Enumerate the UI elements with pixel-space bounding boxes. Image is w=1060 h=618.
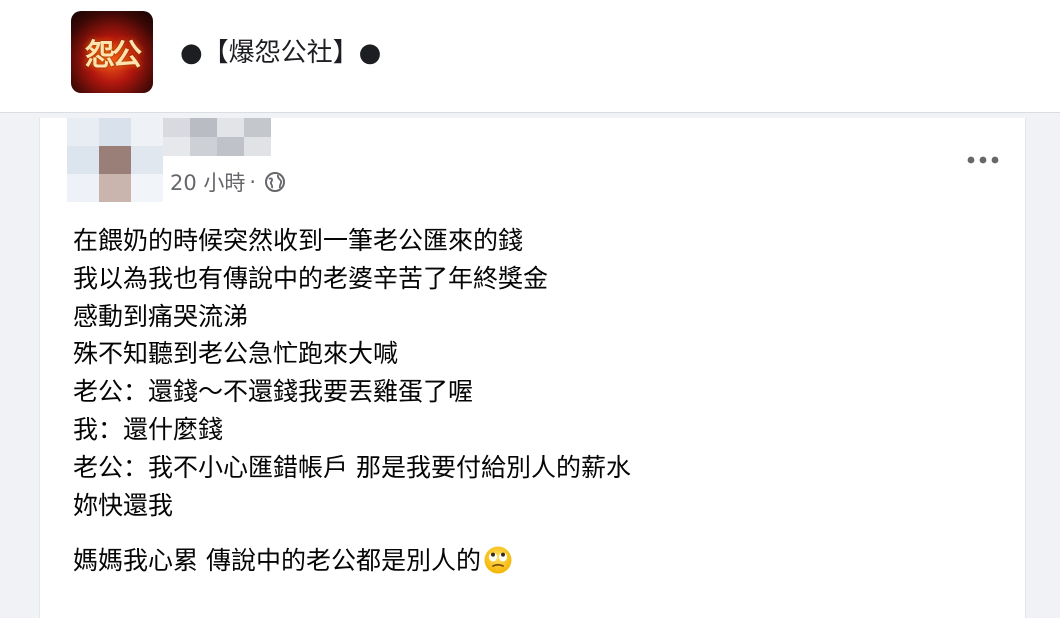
post-closing-text: 媽媽我心累 傳說中的老公都是別人的 <box>73 546 481 575</box>
group-header: 怨公 ●【爆怨公社】● <box>0 0 1060 113</box>
post-line: 感動到痛哭流涕 <box>73 301 249 331</box>
post-line: 在餵奶的時候突然收到一筆老公匯來的錢 <box>73 226 524 255</box>
post-closing-line: 媽媽我心累 傳說中的老公都是別人的 <box>73 542 973 579</box>
more-options-button[interactable] <box>960 146 1006 174</box>
post-line: 老公：還錢～不還錢我要丟雞蛋了喔 <box>73 377 474 407</box>
author-avatar[interactable] <box>67 118 163 202</box>
post-body: 在餵奶的時候突然收到一筆老公匯來的錢 我以為我也有傳說中的老婆辛苦了年終獎金 感… <box>73 222 973 524</box>
group-logo-text: 怨公 <box>85 38 142 73</box>
post-line: 老公：我不小心匯錯帳戶 那是我要付給別人的薪水 <box>73 452 631 482</box>
group-logo-icon[interactable]: 怨公 <box>71 11 153 93</box>
author-name-blurred[interactable] <box>163 118 271 156</box>
more-options-icon <box>967 156 999 164</box>
post-line: 殊不知聽到老公急忙跑來大喊 <box>73 339 399 369</box>
post-meta: 20 小時 · <box>170 168 286 196</box>
post-line: 我：還什麼錢 <box>73 414 224 444</box>
globe-icon[interactable] <box>264 171 286 193</box>
post-time-link[interactable]: 20 小時 <box>170 167 245 197</box>
post-line: 妳快還我 <box>73 490 174 520</box>
post-line: 我以為我也有傳說中的老婆辛苦了年終獎金 <box>73 263 549 293</box>
rolling-eyes-emoji-icon <box>484 546 512 574</box>
meta-separator: · <box>249 170 257 194</box>
group-name-link[interactable]: ●【爆怨公社】● <box>180 32 381 69</box>
